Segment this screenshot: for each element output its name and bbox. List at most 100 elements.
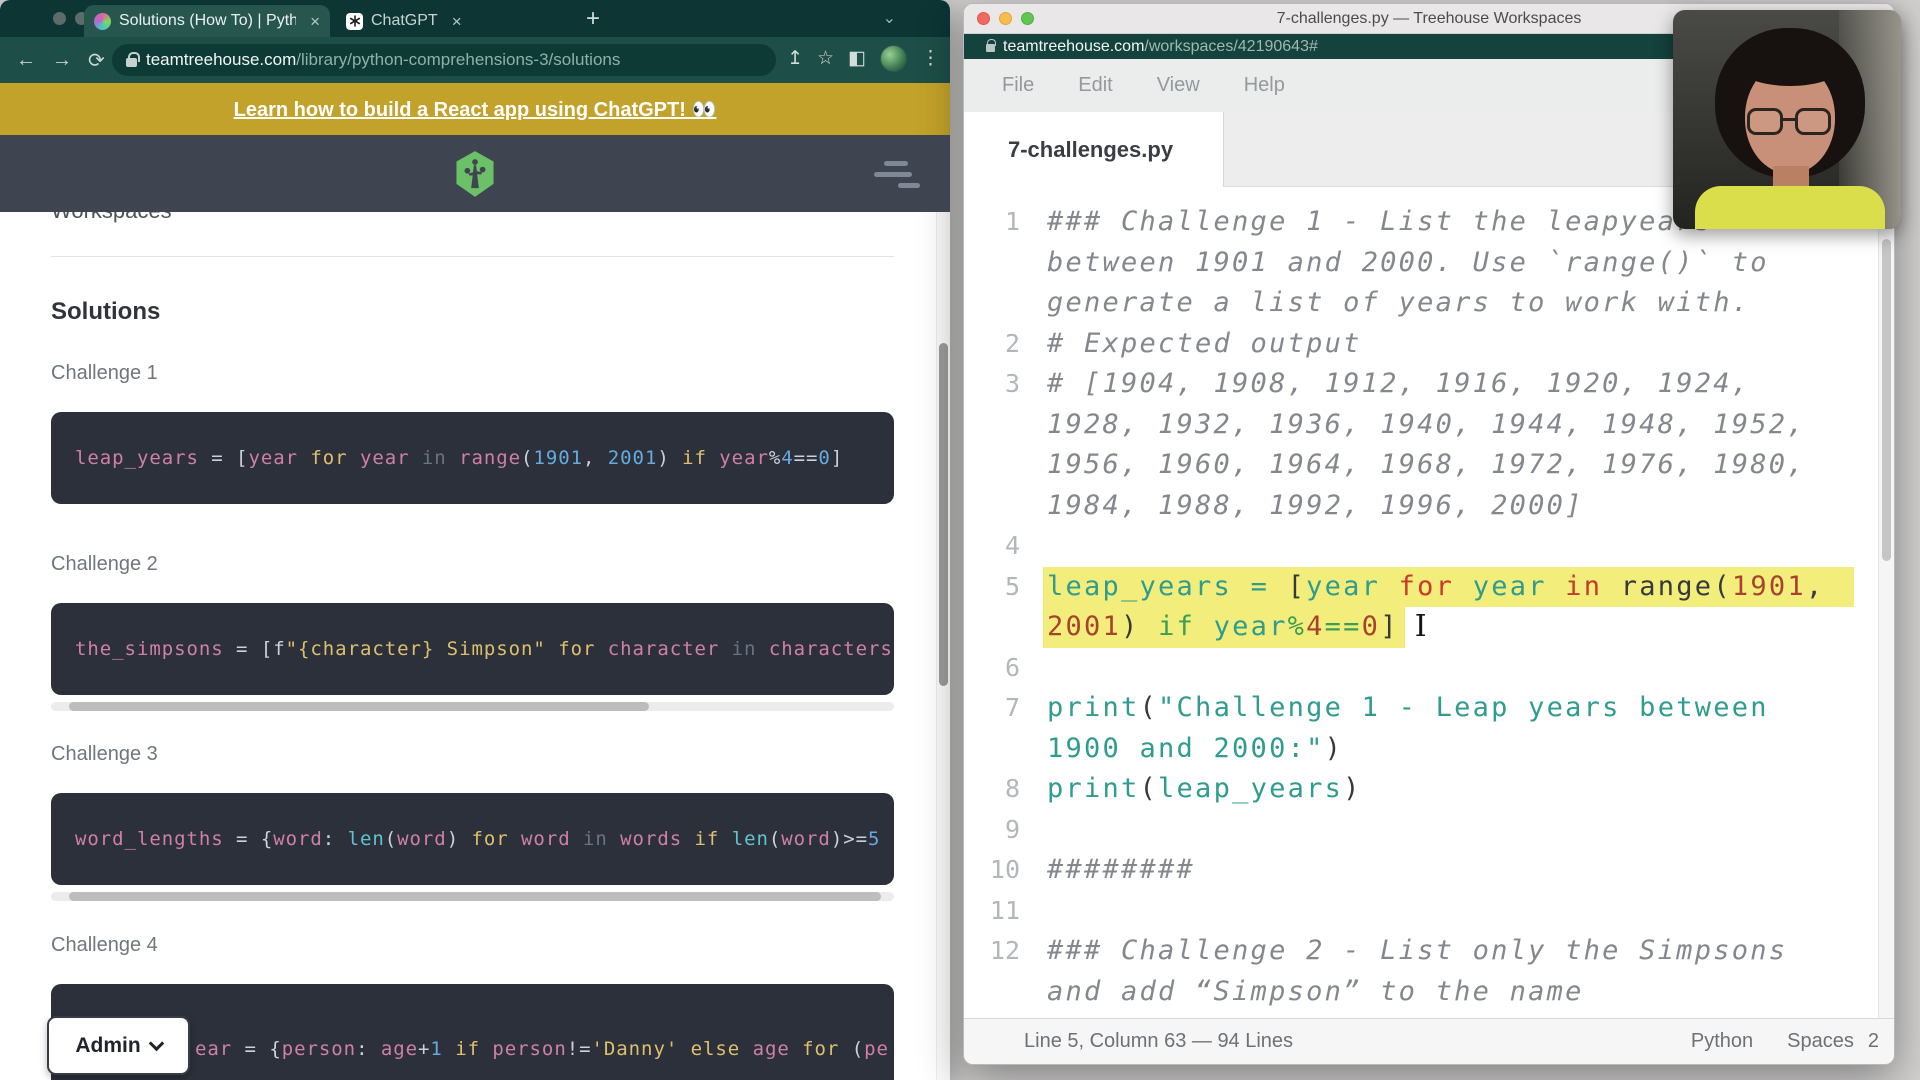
banner-link[interactable]: Learn how to build a React app using Cha… [234, 97, 717, 122]
close-icon[interactable]: × [310, 13, 320, 30]
editor-line[interactable]: 1984, 1988, 1992, 1996, 2000] [964, 486, 1878, 527]
line-number: 8 [964, 769, 1020, 810]
editor-line[interactable]: and add “Simpson” to the name [964, 972, 1878, 1013]
language-status[interactable]: Python [1691, 1030, 1753, 1053]
line-number: 10 [964, 850, 1020, 891]
breadcrumb[interactable]: Workspaces [51, 212, 172, 224]
address-bar[interactable]: teamtreehouse.com/library/python-compreh… [112, 44, 776, 76]
person-bangs [1737, 44, 1843, 86]
line-number: 6 [964, 648, 1020, 689]
close-window-button[interactable] [53, 12, 66, 25]
menu-file[interactable]: File [1002, 74, 1034, 97]
editor-line[interactable]: 1928, 1932, 1936, 1940, 1944, 1948, 1952… [964, 405, 1878, 446]
page-content: Workspaces Solutions Challenge 1leap_yea… [0, 212, 950, 1080]
challenge-label: Challenge 1 [51, 362, 158, 385]
sidebar-icon[interactable]: ◧ [848, 47, 866, 70]
horizontal-scrollbar-thumb[interactable] [69, 702, 649, 711]
browser-toolbar: ← → ⟳ teamtreehouse.com/library/python-c… [0, 37, 950, 83]
line-number: 11 [964, 891, 1020, 932]
admin-button[interactable]: Admin [47, 1016, 190, 1075]
tab-chatgpt[interactable]: ChatGPT × [336, 5, 566, 37]
editor-tab-7-challenges[interactable]: 7-challenges.py [978, 112, 1223, 187]
url-domain: teamtreehouse.com [1003, 38, 1144, 56]
browser-tab-bar: Solutions (How To) | Python Co × ChatGPT… [0, 0, 950, 37]
horizontal-scrollbar-thumb[interactable] [69, 892, 881, 901]
indent-size-status[interactable]: 2 [1868, 1030, 1879, 1053]
person-shirt [1695, 186, 1885, 229]
url-path: /workspaces/42190643# [1144, 38, 1317, 56]
editor-line[interactable]: 12### Challenge 2 - List only the Simpso… [964, 931, 1878, 972]
line-number: 12 [964, 931, 1020, 972]
tab-solutions[interactable]: Solutions (How To) | Python Co × [84, 5, 330, 37]
menu-edit[interactable]: Edit [1078, 74, 1112, 97]
webcam-overlay [1673, 10, 1901, 229]
horizontal-scrollbar[interactable] [51, 892, 894, 901]
profile-avatar[interactable] [880, 45, 907, 72]
line-number: 3 [964, 364, 1020, 405]
zoom-window-button[interactable] [1021, 12, 1034, 25]
line-number [964, 729, 1020, 770]
editor-statusbar: Line 5, Column 63 — 94 Lines Python Spac… [964, 1018, 1894, 1064]
tab-search-chevron-icon[interactable]: ⌄ [883, 8, 896, 28]
menu-dots-icon[interactable]: ⋮ [921, 47, 940, 70]
code-editor[interactable]: 1### Challenge 1 - List the leapyearsbet… [964, 187, 1878, 1018]
line-number [964, 445, 1020, 486]
editor-line[interactable]: 4 [964, 526, 1878, 567]
horizontal-scrollbar[interactable] [51, 702, 894, 711]
url-path: /library/python-comprehensions-3/solutio… [296, 50, 620, 70]
page-scrollbar[interactable] [936, 212, 950, 1080]
editor-line[interactable]: between 1901 and 2000. Use `range()` to [964, 243, 1878, 284]
editor-line[interactable]: 6 [964, 648, 1878, 689]
new-tab-button[interactable]: + [586, 6, 600, 32]
highlighted-code: 2001) if year%4==0] [1043, 607, 1405, 648]
editor-line[interactable]: 2001) if year%4==0]I [964, 607, 1878, 648]
editor-line[interactable]: 11 [964, 891, 1878, 932]
menu-view[interactable]: View [1157, 74, 1200, 97]
editor-line[interactable]: 9 [964, 810, 1878, 851]
editor-line[interactable]: 10######## [964, 850, 1878, 891]
editor-tab-label: 7-challenges.py [1008, 137, 1173, 163]
line-number [964, 972, 1020, 1013]
editor-line[interactable]: generate a list of years to work with. [964, 283, 1878, 324]
menu-help[interactable]: Help [1244, 74, 1285, 97]
editor-line[interactable]: 1900 and 2000:") [964, 729, 1878, 770]
highlighted-code: leap_years = [year for year in range(190… [1043, 567, 1854, 608]
editor-scrollbar-thumb[interactable] [1882, 239, 1891, 561]
cursor-position-status: Line 5, Column 63 — 94 Lines [1024, 1030, 1293, 1053]
editor-line[interactable]: 7print("Challenge 1 - Leap years between [964, 688, 1878, 729]
close-window-button[interactable] [977, 12, 990, 25]
editor-line[interactable]: 1956, 1960, 1964, 1968, 1972, 1976, 1980… [964, 445, 1878, 486]
editor-line[interactable]: 2# Expected output [964, 324, 1878, 365]
chevron-down-icon [148, 1035, 164, 1051]
editor-line[interactable]: 5leap_years = [year for year in range(19… [964, 567, 1878, 608]
treehouse-logo-icon[interactable] [453, 150, 497, 198]
browser-window: Solutions (How To) | Python Co × ChatGPT… [0, 0, 950, 1080]
back-icon[interactable]: ← [16, 49, 36, 72]
editor-line[interactable]: 3# [1904, 1908, 1912, 1916, 1920, 1924, [964, 364, 1878, 405]
person-glasses [1795, 108, 1831, 135]
tab-title: ChatGPT [371, 12, 438, 30]
close-icon[interactable]: × [452, 13, 462, 30]
editor-line[interactable]: 8print(leap_years) [964, 769, 1878, 810]
lock-icon [986, 44, 995, 52]
editor-scrollbar[interactable] [1878, 187, 1894, 1018]
indent-type-status[interactable]: Spaces [1787, 1030, 1854, 1053]
line-number [964, 486, 1020, 527]
divider [51, 256, 894, 257]
forward-icon[interactable]: → [52, 49, 72, 72]
site-header [0, 135, 950, 212]
person-glasses-bridge [1781, 118, 1797, 121]
treehouse-favicon [94, 13, 111, 30]
share-icon[interactable]: ↥ [787, 47, 803, 70]
line-number: 7 [964, 688, 1020, 729]
hamburger-menu-icon[interactable] [882, 161, 920, 194]
challenge-label: Challenge 4 [51, 934, 158, 957]
bookmark-star-icon[interactable]: ☆ [817, 47, 834, 70]
page-title: Solutions [51, 298, 160, 326]
page-scrollbar-thumb[interactable] [939, 343, 948, 686]
admin-label: Admin [75, 1034, 140, 1058]
minimize-window-button[interactable] [999, 12, 1012, 25]
reload-icon[interactable]: ⟳ [88, 48, 105, 73]
line-number [964, 243, 1020, 284]
code-snippet-block: word_lengths = {word: len(word) for word… [51, 793, 894, 885]
